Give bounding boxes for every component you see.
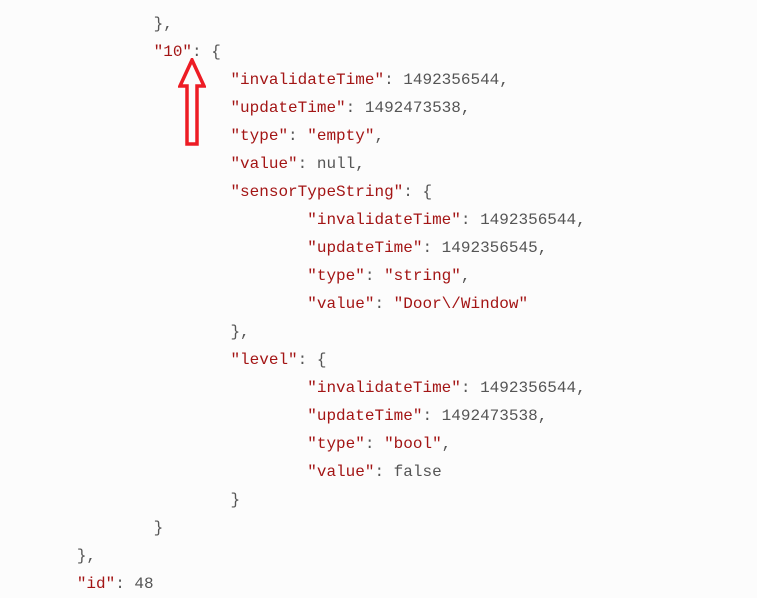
- json-key-updateTime: "updateTime": [230, 99, 345, 117]
- json-key-invalidateTime: "invalidateTime": [307, 211, 461, 229]
- code-line: "type": "string",: [0, 267, 470, 285]
- json-value: "empty": [307, 127, 374, 145]
- code-line: },: [0, 323, 250, 341]
- code-line: "updateTime": 1492356545,: [0, 239, 547, 257]
- code-line: "updateTime": 1492473538,: [0, 407, 547, 425]
- code-line: },: [0, 547, 96, 565]
- brace-close: },: [0, 323, 250, 341]
- json-code-block: }, "10": { "invalidateTime": 1492356544,…: [0, 0, 757, 598]
- json-value: "bool": [384, 435, 442, 453]
- code-line: "value": false: [0, 463, 442, 481]
- brace-close: }: [0, 519, 163, 537]
- json-key-value: "value": [307, 463, 374, 481]
- json-key-value: "value": [307, 295, 374, 313]
- json-key-level: "level": [230, 351, 297, 369]
- json-key-updateTime: "updateTime": [307, 239, 422, 257]
- code-line: "10": {: [0, 43, 221, 61]
- json-value: "Door\/Window": [394, 295, 528, 313]
- code-line: "sensorTypeString": {: [0, 183, 432, 201]
- code-line: "invalidateTime": 1492356544,: [0, 71, 509, 89]
- json-value: 1492356544: [403, 71, 499, 89]
- json-value: 1492356545: [442, 239, 538, 257]
- json-key-value: "value": [230, 155, 297, 173]
- code-line: "invalidateTime": 1492356544,: [0, 379, 586, 397]
- json-key-type: "type": [307, 435, 365, 453]
- code-line: "type": "empty",: [0, 127, 384, 145]
- json-value: 1492356544: [480, 379, 576, 397]
- code-line: "value": "Door\/Window": [0, 295, 528, 313]
- json-value: 1492473538: [442, 407, 538, 425]
- json-key-invalidateTime: "invalidateTime": [230, 71, 384, 89]
- code-line: "invalidateTime": 1492356544,: [0, 211, 586, 229]
- json-key-updateTime: "updateTime": [307, 407, 422, 425]
- brace-close: },: [0, 547, 96, 565]
- json-key-10: "10": [154, 43, 192, 61]
- code-line: "value": null,: [0, 155, 365, 173]
- json-value: "string": [384, 267, 461, 285]
- code-line: }: [0, 491, 240, 509]
- brace-close: }: [0, 491, 240, 509]
- json-key-type: "type": [307, 267, 365, 285]
- json-value: 48: [134, 575, 153, 593]
- brace-close: },: [0, 15, 173, 33]
- json-key-invalidateTime: "invalidateTime": [307, 379, 461, 397]
- json-key-type: "type": [230, 127, 288, 145]
- code-line: "updateTime": 1492473538,: [0, 99, 470, 117]
- code-pre: }, "10": { "invalidateTime": 1492356544,…: [0, 10, 757, 598]
- json-value: false: [394, 463, 442, 481]
- json-value: 1492356544: [480, 211, 576, 229]
- code-line: "level": {: [0, 351, 326, 369]
- json-value: null: [317, 155, 355, 173]
- json-value: 1492473538: [365, 99, 461, 117]
- code-line: },: [0, 15, 173, 33]
- code-line: }: [0, 519, 163, 537]
- json-key-sensorTypeString: "sensorTypeString": [230, 183, 403, 201]
- json-key-id: "id": [77, 575, 115, 593]
- code-line: "type": "bool",: [0, 435, 451, 453]
- code-line: "id": 48: [0, 575, 154, 593]
